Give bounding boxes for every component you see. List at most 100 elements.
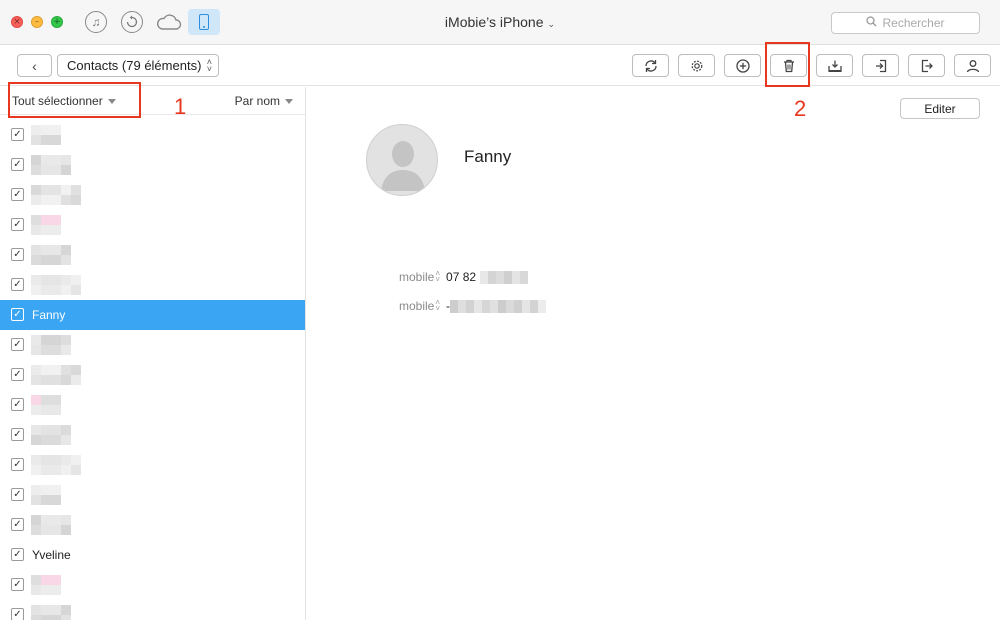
toolbar: ‹ Contacts (79 éléments) ˄ ˅ <box>0 46 1000 86</box>
list-item[interactable]: ✓ <box>0 330 305 360</box>
refresh-icon <box>644 59 657 72</box>
list-item[interactable]: ✓ <box>0 390 305 420</box>
annotation-box-select-all <box>8 82 141 118</box>
updown-icon: ˄ ˅ <box>435 298 441 313</box>
person-silhouette-icon <box>381 141 425 191</box>
row-checkbox[interactable]: ✓ <box>11 188 24 201</box>
redacted-name <box>31 245 71 265</box>
row-checkbox[interactable]: ✓ <box>11 428 24 441</box>
contact-list: ✓ ✓ ✓ ✓ ✓ ✓ ✓ Fanny ✓ ✓ ✓ ✓ ✓ ✓ ✓ ✓ Yveline ✓ ✓ <box>0 120 305 620</box>
annotation-number-2: 2 <box>794 96 807 121</box>
list-item[interactable]: ✓ <box>0 600 305 620</box>
row-checkbox[interactable]: ✓ <box>11 218 24 231</box>
row-checkbox[interactable]: ✓ <box>11 488 24 501</box>
annotation-box-delete <box>765 42 810 87</box>
row-checkbox[interactable]: ✓ <box>11 338 24 351</box>
list-item[interactable]: ✓ <box>0 150 305 180</box>
sort-dropdown[interactable]: Par nom <box>235 94 293 108</box>
row-checkbox[interactable]: ✓ <box>11 518 24 531</box>
export-icon <box>921 59 933 72</box>
list-item[interactable]: ✓ <box>0 480 305 510</box>
redacted-name <box>31 515 71 535</box>
phone-field-value: 07 82 <box>446 270 477 284</box>
category-select-label: Contacts (79 éléments) <box>67 58 202 73</box>
list-item[interactable]: ✓ <box>0 120 305 150</box>
import-button[interactable] <box>862 54 899 77</box>
list-item[interactable]: ✓ Fanny <box>0 300 305 330</box>
list-item[interactable]: ✓ <box>0 570 305 600</box>
list-item[interactable]: ✓ <box>0 240 305 270</box>
person-icon <box>966 59 979 72</box>
row-checkbox[interactable]: ✓ <box>11 398 24 411</box>
list-item[interactable]: ✓ <box>0 450 305 480</box>
redacted-name <box>31 275 81 295</box>
redacted-name <box>31 485 61 505</box>
list-item[interactable]: ✓ <box>0 180 305 210</box>
redacted-name <box>31 215 61 235</box>
avatar <box>366 124 438 196</box>
row-checkbox[interactable]: ✓ <box>11 368 24 381</box>
back-button[interactable]: ‹ <box>17 54 52 77</box>
plus-circle-icon <box>735 58 750 73</box>
list-item[interactable]: ✓ <box>0 360 305 390</box>
contact-list-panel: Tout sélectionner Par nom ✓ ✓ ✓ ✓ ✓ ✓ ✓ Fanny ✓ ✓… <box>0 87 306 620</box>
search-input[interactable]: Rechercher <box>831 12 980 34</box>
category-select[interactable]: Contacts (79 éléments) ˄ ˅ <box>57 54 219 77</box>
row-checkbox[interactable]: ✓ <box>11 278 24 291</box>
row-checkbox[interactable]: ✓ <box>11 308 24 321</box>
list-item[interactable]: ✓ <box>0 270 305 300</box>
contact-name-label: Fanny <box>32 308 66 322</box>
search-icon <box>866 16 877 30</box>
row-checkbox[interactable]: ✓ <box>11 248 24 261</box>
redacted-name <box>31 125 61 145</box>
gear-icon <box>691 60 702 71</box>
row-checkbox[interactable]: ✓ <box>11 578 24 591</box>
contact-card-button[interactable] <box>954 54 991 77</box>
row-checkbox[interactable]: ✓ <box>11 608 24 620</box>
refresh-button[interactable] <box>632 54 669 77</box>
chevron-down-icon: ⌄ <box>547 19 556 29</box>
list-item[interactable]: ✓ <box>0 420 305 450</box>
title-bar: × – + ♫ iMobie’s iPhone ⌄ Rechercher <box>0 0 1000 45</box>
device-name: iMobie’s iPhone <box>444 14 544 30</box>
redacted-name <box>31 605 71 620</box>
redacted-name <box>31 455 81 475</box>
updown-icon: ˄ ˅ <box>206 56 212 74</box>
phone-field[interactable]: mobile ˄ ˅ - <box>399 298 547 314</box>
download-tray-icon <box>827 60 842 72</box>
redacted-name <box>31 575 61 595</box>
row-checkbox[interactable]: ✓ <box>11 458 24 471</box>
redacted-name <box>31 365 81 385</box>
settings-button[interactable] <box>678 54 715 77</box>
import-icon <box>875 59 886 72</box>
row-checkbox[interactable]: ✓ <box>11 158 24 171</box>
add-button[interactable] <box>724 54 761 77</box>
contact-name-label: Yveline <box>32 548 71 562</box>
list-item[interactable]: ✓ <box>0 510 305 540</box>
edit-button[interactable]: Editer <box>900 98 980 119</box>
row-checkbox[interactable]: ✓ <box>11 548 24 561</box>
redacted-name <box>31 185 81 205</box>
list-item[interactable]: ✓ Yveline <box>0 540 305 570</box>
redacted-block <box>480 270 529 284</box>
export-button[interactable] <box>908 54 945 77</box>
chevron-left-icon: ‹ <box>32 57 37 74</box>
contact-name: Fanny <box>464 147 512 166</box>
to-computer-button[interactable] <box>816 54 853 77</box>
phone-field-label: mobile <box>399 299 435 313</box>
updown-icon: ˄ ˅ <box>435 269 441 284</box>
redacted-name <box>31 395 61 415</box>
redacted-name <box>31 335 71 355</box>
phone-field-label: mobile <box>399 270 435 284</box>
search-placeholder: Rechercher <box>882 16 945 30</box>
row-checkbox[interactable]: ✓ <box>11 128 24 141</box>
contact-detail-panel: Editer Fanny mobile ˄ ˅ 07 82 mobile ˄ ˅ - <box>307 87 1000 620</box>
redacted-name <box>31 155 71 175</box>
list-item[interactable]: ✓ <box>0 210 305 240</box>
caret-down-icon <box>285 99 293 105</box>
phone-field[interactable]: mobile ˄ ˅ 07 82 <box>399 269 529 285</box>
sort-label: Par nom <box>234 94 280 108</box>
redacted-block <box>450 299 547 313</box>
annotation-number-1: 1 <box>174 94 187 119</box>
redacted-name <box>31 425 71 445</box>
